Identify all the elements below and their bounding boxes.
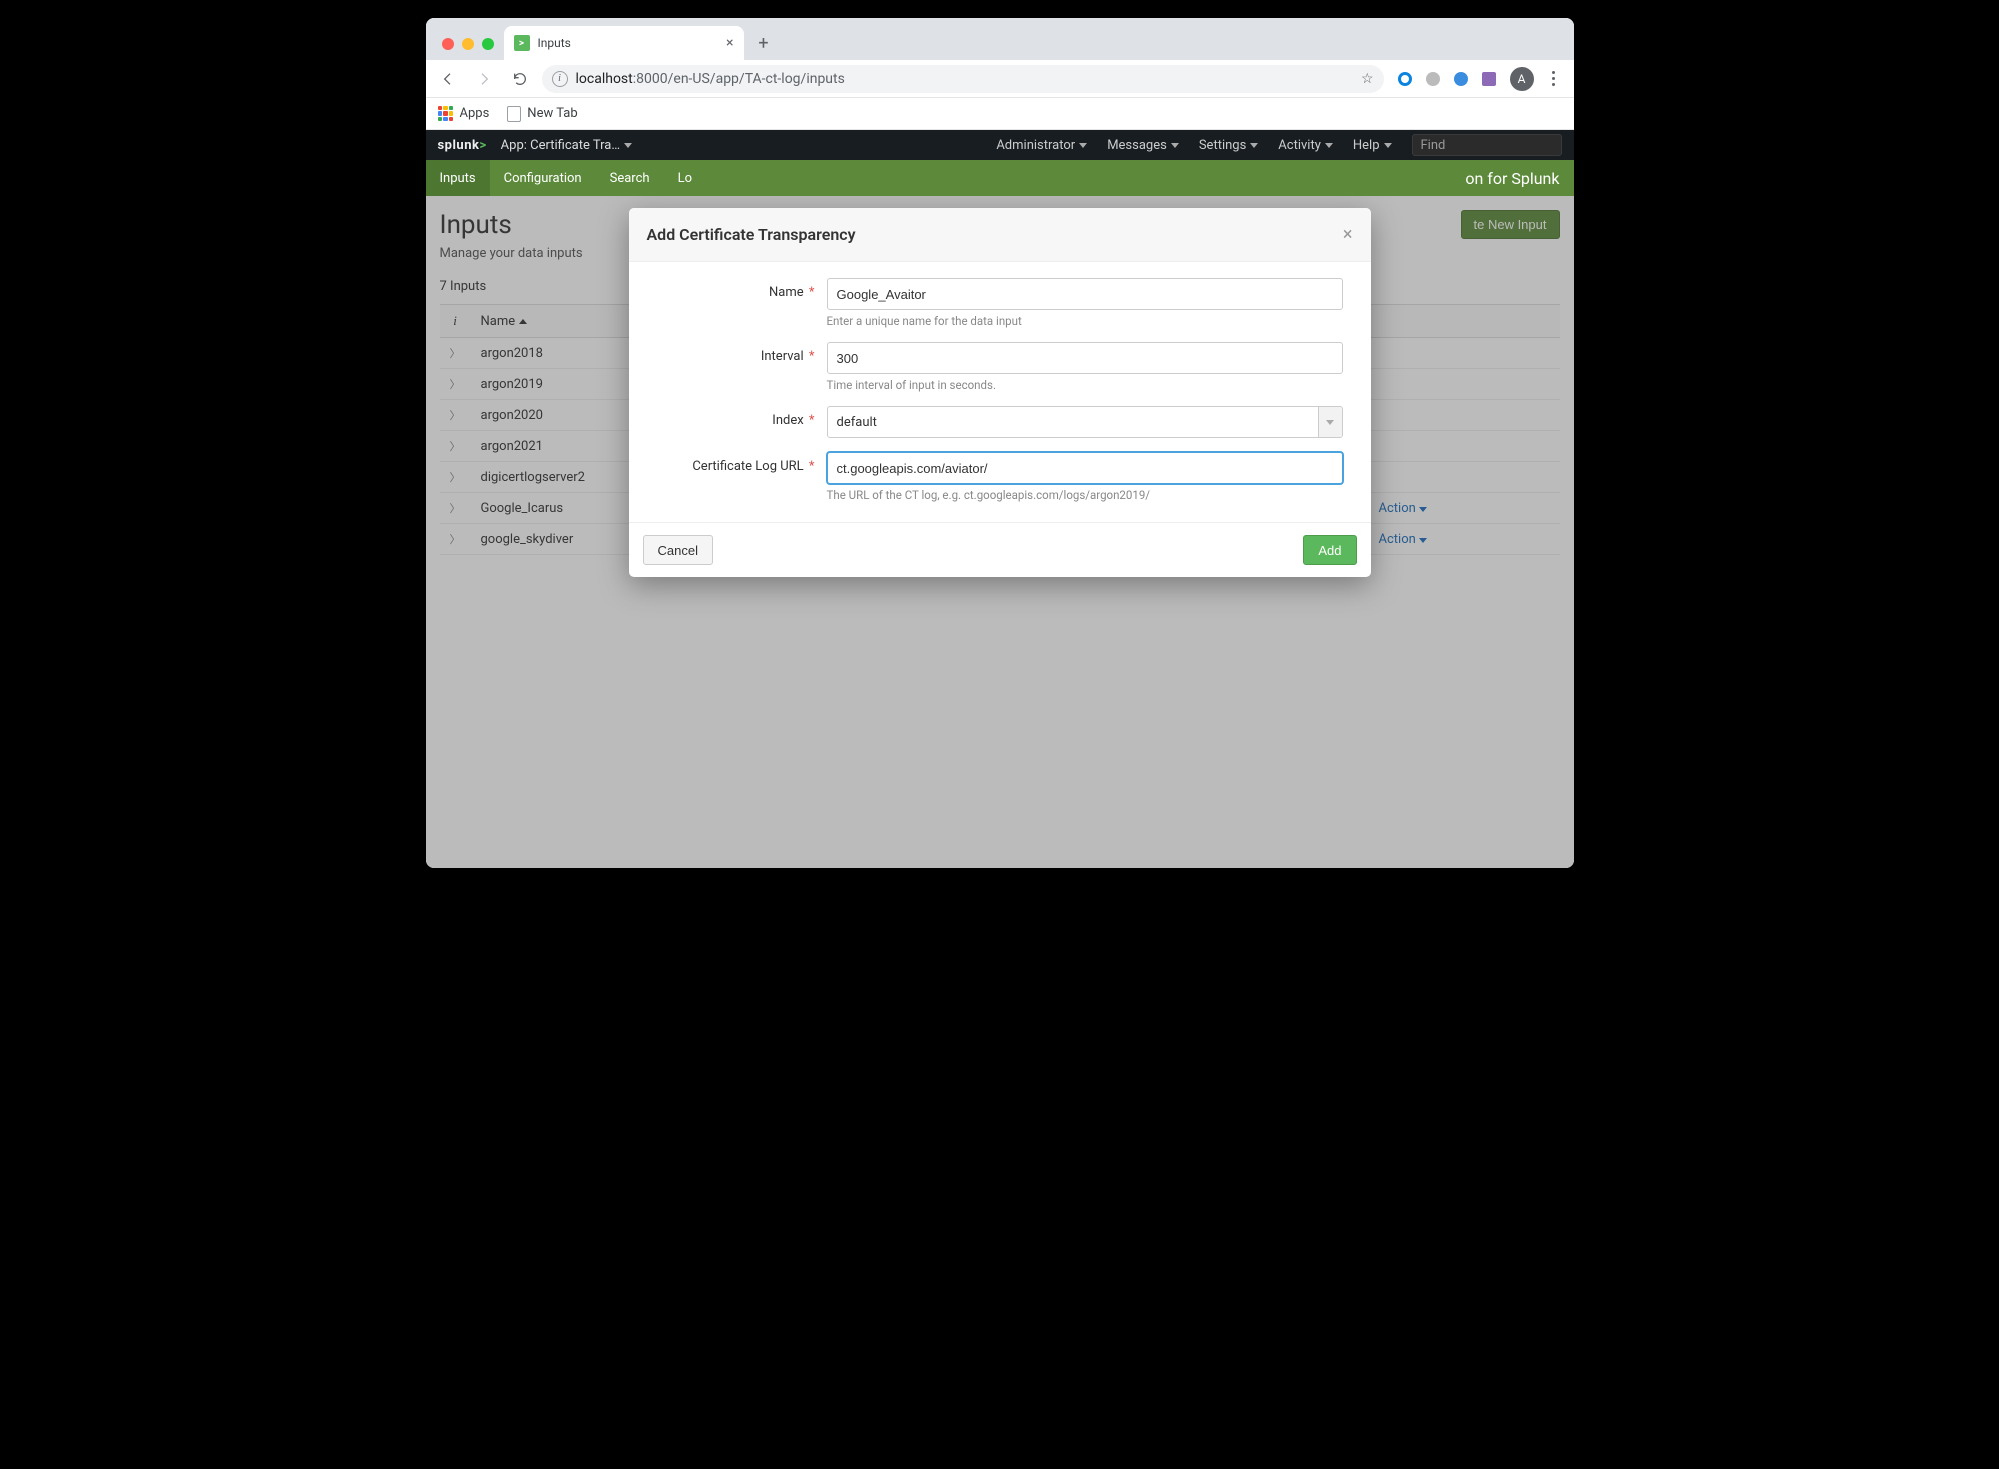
chrome-window: > Inputs × + i localhost:8000/en-US/app/… xyxy=(426,18,1574,868)
traffic-lights xyxy=(434,38,504,60)
chevron-down-icon xyxy=(1079,143,1087,148)
nav-partial[interactable]: Lo xyxy=(664,160,706,196)
chrome-tab-strip: > Inputs × + xyxy=(426,18,1574,60)
extension-icon[interactable] xyxy=(1398,72,1412,86)
new-tab-label: New Tab xyxy=(527,106,577,121)
browser-tab[interactable]: > Inputs × xyxy=(504,26,744,60)
modal-footer: Cancel Add xyxy=(629,522,1371,577)
label-index: Index * xyxy=(657,406,827,428)
back-button[interactable] xyxy=(434,65,462,93)
apps-bookmark[interactable]: Apps xyxy=(438,106,490,122)
splunk-header: splunk> App: Certificate Tra… Administra… xyxy=(426,130,1574,160)
menu-activity[interactable]: Activity xyxy=(1278,138,1333,153)
modal-close-button[interactable]: × xyxy=(1343,224,1353,245)
site-info-icon[interactable]: i xyxy=(552,71,568,87)
bookmark-star-icon[interactable]: ☆ xyxy=(1361,71,1374,87)
field-row-index: Index * default xyxy=(657,406,1343,438)
help-cert-url: The URL of the CT log, e.g. ct.googleapi… xyxy=(827,488,1343,502)
cancel-button[interactable]: Cancel xyxy=(643,535,713,565)
new-tab-button[interactable]: + xyxy=(750,29,778,57)
field-row-interval: Interval * Time interval of input in sec… xyxy=(657,342,1343,392)
menu-settings[interactable]: Settings xyxy=(1199,138,1258,153)
extension-icon[interactable] xyxy=(1426,72,1440,86)
nav-configuration[interactable]: Configuration xyxy=(490,160,596,196)
tab-close-icon[interactable]: × xyxy=(726,35,733,51)
app-title-partial: on for Splunk xyxy=(1465,169,1573,188)
nav-inputs[interactable]: Inputs xyxy=(426,160,490,196)
modal-header: Add Certificate Transparency × xyxy=(629,208,1371,262)
extension-icon[interactable] xyxy=(1482,72,1496,86)
cert-url-input[interactable] xyxy=(827,452,1343,484)
help-interval: Time interval of input in seconds. xyxy=(827,378,1343,392)
profile-avatar[interactable]: A xyxy=(1510,67,1534,91)
field-row-cert-url: Certificate Log URL * The URL of the CT … xyxy=(657,452,1343,502)
reload-button[interactable] xyxy=(506,65,534,93)
forward-button[interactable] xyxy=(470,65,498,93)
find-input[interactable]: Find xyxy=(1412,134,1562,156)
splunk-app-nav: Inputs Configuration Search Lo on for Sp… xyxy=(426,160,1574,196)
menu-messages[interactable]: Messages xyxy=(1107,138,1179,153)
extension-icon[interactable] xyxy=(1454,72,1468,86)
chevron-down-icon xyxy=(1325,143,1333,148)
chrome-toolbar: i localhost:8000/en-US/app/TA-ct-log/inp… xyxy=(426,60,1574,98)
address-bar[interactable]: i localhost:8000/en-US/app/TA-ct-log/inp… xyxy=(542,65,1384,93)
select-dropdown-button[interactable] xyxy=(1318,407,1342,437)
app-picker-label: App: Certificate Tra… xyxy=(501,138,620,153)
chevron-down-icon xyxy=(624,143,632,148)
page-body: Inputs Manage your data inputs te New In… xyxy=(426,196,1574,868)
add-button[interactable]: Add xyxy=(1303,535,1356,565)
chevron-down-icon xyxy=(1326,420,1334,425)
url-text: localhost:8000/en-US/app/TA-ct-log/input… xyxy=(576,71,845,87)
modal-body: Name * Enter a unique name for the data … xyxy=(629,262,1371,522)
splunk-right-menu: Administrator Messages Settings Activity… xyxy=(996,134,1561,156)
apps-label: Apps xyxy=(460,106,490,121)
label-name: Name * xyxy=(657,278,827,300)
menu-help[interactable]: Help xyxy=(1353,138,1392,153)
index-select[interactable]: default xyxy=(827,406,1343,438)
chevron-down-icon xyxy=(1384,143,1392,148)
app-picker[interactable]: App: Certificate Tra… xyxy=(501,138,632,153)
add-input-modal: Add Certificate Transparency × Name * En… xyxy=(629,208,1371,577)
new-tab-bookmark[interactable]: New Tab xyxy=(507,106,577,122)
chrome-menu-button[interactable] xyxy=(1542,71,1566,86)
label-interval: Interval * xyxy=(657,342,827,364)
help-name: Enter a unique name for the data input xyxy=(827,314,1343,328)
tab-title: Inputs xyxy=(538,36,719,50)
field-row-name: Name * Enter a unique name for the data … xyxy=(657,278,1343,328)
file-icon xyxy=(507,106,521,122)
label-cert-url: Certificate Log URL * xyxy=(657,452,827,474)
index-select-value: default xyxy=(837,415,877,430)
modal-title: Add Certificate Transparency xyxy=(647,225,856,244)
interval-input[interactable] xyxy=(827,342,1343,374)
window-minimize-icon[interactable] xyxy=(462,38,474,50)
splunk-logo[interactable]: splunk> xyxy=(438,138,487,153)
chevron-down-icon xyxy=(1250,143,1258,148)
name-input[interactable] xyxy=(827,278,1343,310)
chevron-down-icon xyxy=(1171,143,1179,148)
menu-administrator[interactable]: Administrator xyxy=(996,138,1087,153)
nav-search[interactable]: Search xyxy=(596,160,664,196)
window-maximize-icon[interactable] xyxy=(482,38,494,50)
tab-favicon-icon: > xyxy=(514,35,530,51)
extension-icons xyxy=(1392,72,1502,86)
apps-icon xyxy=(438,106,454,122)
bookmarks-bar: Apps New Tab xyxy=(426,98,1574,130)
window-close-icon[interactable] xyxy=(442,38,454,50)
